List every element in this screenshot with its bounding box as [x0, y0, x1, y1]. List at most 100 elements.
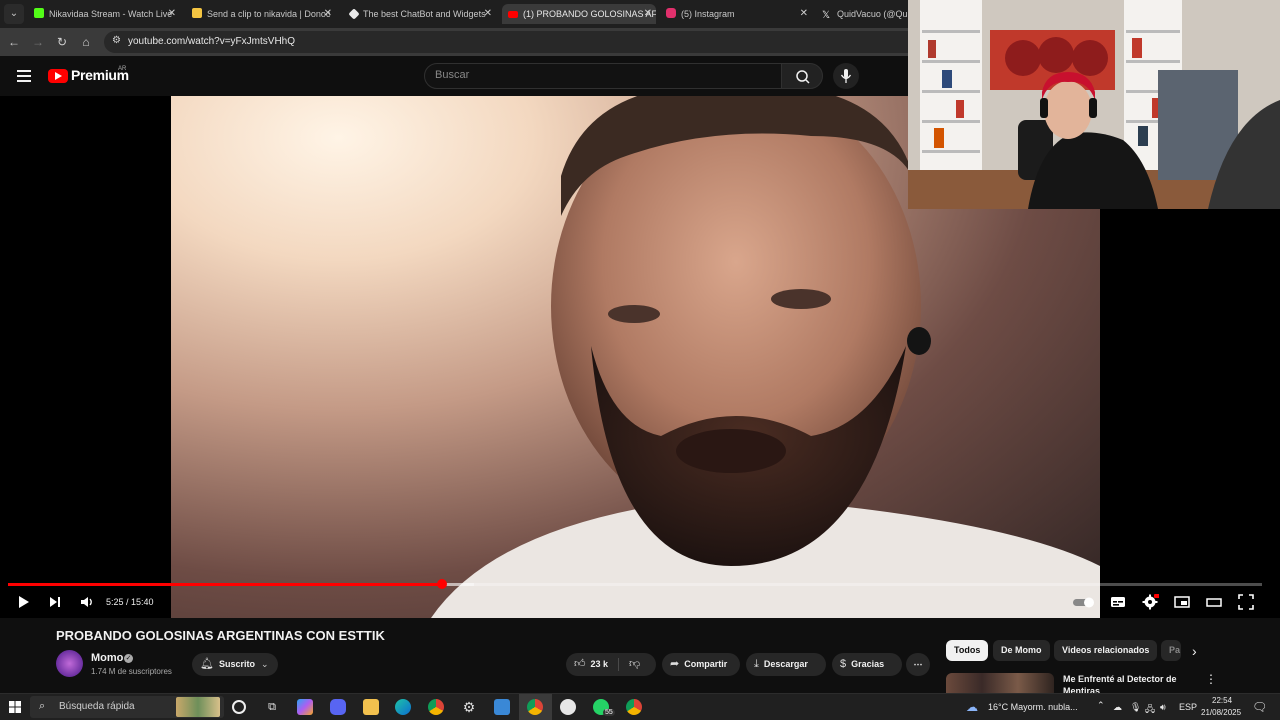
- related-video-thumbnail[interactable]: [946, 673, 1054, 693]
- weather-text[interactable]: 16°C Mayorm. nubla...: [988, 702, 1078, 712]
- chips-next-arrow-icon[interactable]: ›: [1192, 643, 1197, 659]
- search-highlight-image: [176, 697, 220, 717]
- chip-partial[interactable]: Pa: [1161, 640, 1181, 661]
- store-icon[interactable]: [494, 699, 510, 715]
- home-icon[interactable]: ⌂: [78, 34, 94, 50]
- miniplayer-button[interactable]: [1173, 593, 1191, 611]
- tab-label: Nikavidaa Stream - Watch Live: [49, 9, 173, 19]
- search-button[interactable]: [781, 63, 823, 89]
- chip-de-momo[interactable]: De Momo: [993, 640, 1050, 661]
- tab-search-button[interactable]: ⌄: [4, 4, 24, 24]
- address-bar[interactable]: ⚙ youtube.com/watch?v=yFxJmtsVHhQ: [104, 31, 924, 53]
- download-button[interactable]: ⤓ Descargar: [746, 653, 826, 676]
- more-icon: ⋯: [913, 659, 923, 669]
- x-favicon-icon: 𝕏: [822, 10, 831, 21]
- volume-button[interactable]: [78, 593, 96, 611]
- cortana-icon[interactable]: [232, 700, 246, 714]
- subtitles-button[interactable]: [1109, 593, 1127, 611]
- menu-icon[interactable]: [17, 70, 31, 82]
- browser-tab-kick[interactable]: Nikavidaa Stream - Watch Live ✕: [28, 4, 180, 24]
- fullscreen-icon: [1238, 594, 1254, 610]
- skip-next-icon: [50, 597, 60, 607]
- subscriber-count: 1.74 M de suscriptores: [91, 667, 172, 676]
- search-icon: ⌕: [39, 700, 46, 712]
- taskbar-search-box[interactable]: ⌕ Búsqueda rápida: [30, 696, 224, 718]
- like-divider: [618, 658, 619, 671]
- tray-expand-icon[interactable]: ⌃: [1097, 700, 1105, 711]
- site-info-icon[interactable]: ⚙: [112, 35, 121, 46]
- cloud-icon[interactable]: ☁: [1113, 702, 1122, 713]
- chrome-icon[interactable]: [428, 699, 444, 715]
- kick-favicon-icon: [34, 8, 44, 18]
- chrome-active-icon[interactable]: [527, 699, 543, 715]
- browser-tab-instagram[interactable]: (5) Instagram ✕: [660, 4, 812, 24]
- notifications-icon[interactable]: 🗨︎: [1252, 700, 1267, 714]
- back-arrow-icon[interactable]: ←: [6, 34, 22, 50]
- windows-start-icon[interactable]: [9, 701, 21, 713]
- play-icon: [19, 596, 29, 608]
- discord-icon[interactable]: [330, 699, 346, 715]
- microphone-icon: [840, 69, 852, 83]
- browser-tab-chatbot[interactable]: The best ChatBot and Widgets ✕: [344, 4, 496, 24]
- thanks-button[interactable]: $ Gracias: [832, 653, 902, 676]
- browser-tab-youtube[interactable]: (1) PROBANDO GOLOSINAS AF ✕: [502, 4, 656, 24]
- next-button[interactable]: [46, 593, 64, 611]
- time-display: 5:25 / 15:40: [106, 597, 154, 607]
- edge-icon[interactable]: [395, 699, 411, 715]
- related-video-title[interactable]: Me Enfrenté al Detector de Mentiras: [1063, 673, 1203, 693]
- channel-name[interactable]: Momo: [91, 652, 123, 664]
- tab-label: QuidVacuo (@Quid: [837, 9, 908, 19]
- search-box[interactable]: [424, 63, 782, 89]
- channel-avatar[interactable]: [56, 650, 83, 677]
- tab-close-icon[interactable]: ✕: [644, 4, 652, 24]
- download-icon: ⤓: [754, 658, 759, 670]
- chip-todos[interactable]: Todos: [946, 640, 989, 661]
- theater-mode-button[interactable]: [1205, 593, 1223, 611]
- search-icon: [796, 70, 810, 84]
- theater-mode-icon: [1206, 598, 1222, 607]
- related-more-icon[interactable]: ⋮: [1205, 672, 1217, 686]
- clock-date[interactable]: 21/08/2025: [1201, 708, 1241, 717]
- subscribed-button[interactable]: 🔔︎ Suscrito ⌄: [192, 653, 278, 676]
- voice-search-button[interactable]: [833, 63, 859, 89]
- tab-label: Send a clip to nikavida | Donoc: [207, 9, 331, 19]
- chrome-profile-icon[interactable]: [626, 699, 642, 715]
- progress-bar[interactable]: [8, 579, 1262, 589]
- dislike-button[interactable]: 👎︎: [629, 653, 645, 676]
- browser-tab-donoc[interactable]: Send a clip to nikavida | Donoc ✕: [186, 4, 336, 24]
- copilot-icon[interactable]: [297, 699, 313, 715]
- speaker-icon[interactable]: 🔊︎: [1160, 702, 1166, 713]
- tab-close-icon[interactable]: ✕: [800, 4, 808, 24]
- settings-gear-icon[interactable]: ⚙: [461, 699, 477, 715]
- microphone-tray-icon[interactable]: 🎙︎: [1130, 702, 1141, 713]
- search-input[interactable]: [435, 69, 735, 81]
- browser-tab-x[interactable]: 𝕏 QuidVacuo (@Quid: [816, 4, 908, 24]
- video-title: PROBANDO GOLOSINAS ARGENTINAS CON ESTTIK: [56, 628, 385, 643]
- tab-close-icon[interactable]: ✕: [484, 4, 492, 24]
- youtube-logo-icon[interactable]: [48, 69, 68, 83]
- more-actions-button[interactable]: ⋯: [906, 653, 930, 676]
- tab-close-icon[interactable]: ✕: [168, 4, 176, 24]
- clock-time[interactable]: 22:54: [1212, 696, 1232, 705]
- obs-icon[interactable]: [560, 699, 576, 715]
- autoplay-toggle[interactable]: [1072, 593, 1098, 611]
- task-view-icon[interactable]: ⧉: [264, 699, 280, 715]
- play-button[interactable]: [14, 593, 32, 611]
- like-button[interactable]: 👍︎ 23 k: [574, 658, 608, 670]
- reload-icon[interactable]: ↻: [54, 34, 70, 50]
- fullscreen-button[interactable]: [1237, 593, 1255, 611]
- whatsapp-badge: 55: [603, 709, 615, 716]
- forward-arrow-icon[interactable]: →: [30, 34, 46, 50]
- scrubber-handle[interactable]: [436, 579, 447, 589]
- network-icon[interactable]: 🖧: [1145, 702, 1155, 718]
- chip-videos-relacionados[interactable]: Videos relacionados: [1054, 640, 1158, 661]
- language-indicator[interactable]: ESP: [1179, 702, 1197, 712]
- tab-close-icon[interactable]: ✕: [324, 4, 332, 24]
- share-button[interactable]: ➦ Compartir: [662, 653, 740, 676]
- volume-icon: [81, 597, 92, 607]
- settings-button[interactable]: [1141, 593, 1160, 611]
- share-label: Compartir: [684, 659, 728, 669]
- chatbot-favicon-icon: [348, 8, 360, 20]
- file-explorer-icon[interactable]: [363, 699, 379, 715]
- thanks-icon: $: [840, 658, 847, 670]
